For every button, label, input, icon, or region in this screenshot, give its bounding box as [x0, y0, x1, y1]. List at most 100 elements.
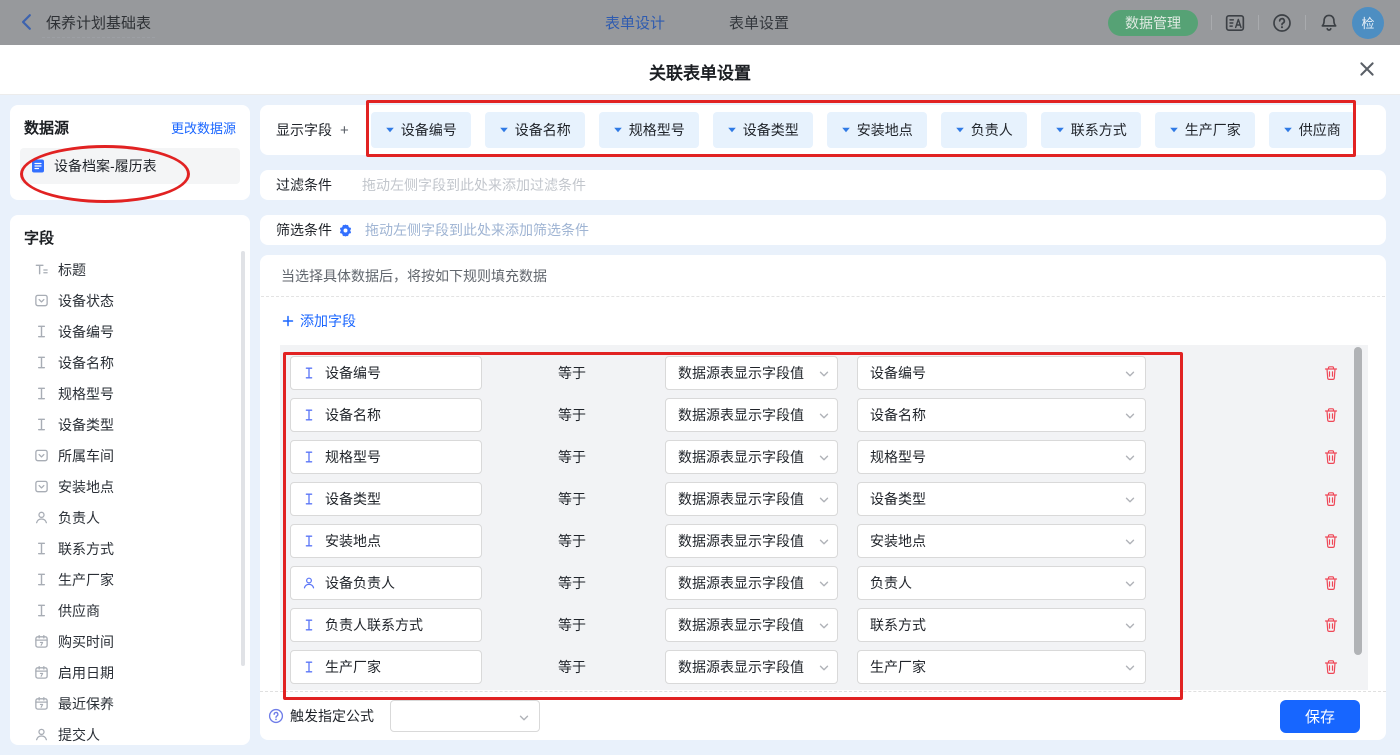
back-icon[interactable]: [18, 13, 36, 31]
field-list-item[interactable]: 规格型号: [10, 378, 250, 409]
rule-source-select[interactable]: 数据源表显示字段值: [665, 356, 838, 390]
rule-source-select[interactable]: 数据源表显示字段值: [665, 482, 838, 516]
rule-value-select[interactable]: 负责人: [857, 566, 1146, 600]
rule-source-select[interactable]: 数据源表显示字段值: [665, 524, 838, 558]
field-list-item-label: 规格型号: [58, 384, 114, 404]
field-list-item[interactable]: 联系方式: [10, 533, 250, 564]
filter-condition-panel[interactable]: 过滤条件 拖动左侧字段到此处来添加过滤条件: [260, 170, 1386, 200]
rule-target-field-label: 设备编号: [325, 363, 381, 383]
field-list-item[interactable]: 设备状态: [10, 285, 250, 316]
chevron-down-icon: [1124, 452, 1136, 464]
field-list-item[interactable]: 最近保养: [10, 688, 250, 719]
rule-value-select[interactable]: 设备编号: [857, 356, 1146, 390]
add-display-field-button[interactable]: +: [340, 122, 349, 139]
trash-icon[interactable]: [1323, 575, 1339, 591]
change-datasource-link[interactable]: 更改数据源: [171, 118, 236, 137]
rule-source-value: 数据源表显示字段值: [678, 363, 804, 383]
trash-icon[interactable]: [1323, 659, 1339, 675]
display-field-chip[interactable]: 设备名称: [485, 112, 585, 148]
fields-scrollbar[interactable]: [241, 251, 245, 666]
chevron-down-icon: [818, 368, 830, 380]
rule-value-select[interactable]: 设备名称: [857, 398, 1146, 432]
trash-icon[interactable]: [1323, 407, 1339, 423]
fields-list: 标题 设备状态 设备编号 设备名称: [10, 254, 250, 745]
gear-icon[interactable]: [338, 223, 353, 238]
field-list-item[interactable]: 安装地点: [10, 471, 250, 502]
avatar[interactable]: 检: [1352, 7, 1384, 39]
topbar: 保养计划基础表 表单设计 表单设置 数据管理 检: [0, 0, 1400, 45]
rule-source-select[interactable]: 数据源表显示字段值: [665, 608, 838, 642]
field-list-item[interactable]: 设备名称: [10, 347, 250, 378]
tab-form-design[interactable]: 表单设计: [605, 12, 665, 33]
rule-source-select[interactable]: 数据源表显示字段值: [665, 440, 838, 474]
rule-value-select[interactable]: 联系方式: [857, 608, 1146, 642]
tab-form-settings[interactable]: 表单设置: [729, 12, 789, 33]
modal-title: 关联表单设置: [0, 59, 1400, 84]
rule-target-field[interactable]: 设备类型: [290, 482, 482, 516]
save-button[interactable]: 保存: [1280, 700, 1360, 733]
field-list-item[interactable]: 所属车间: [10, 440, 250, 471]
form-title[interactable]: 保养计划基础表: [42, 12, 155, 38]
fill-rules-panel: 当选择具体数据后，将按如下规则填充数据 添加字段 设备编号 等于: [260, 255, 1386, 740]
formula-select[interactable]: [390, 700, 540, 732]
rule-target-field[interactable]: 设备负责人: [290, 566, 482, 600]
rule-target-field[interactable]: 设备名称: [290, 398, 482, 432]
trash-icon[interactable]: [1323, 365, 1339, 381]
field-list-item[interactable]: 启用日期: [10, 657, 250, 688]
display-field-chip[interactable]: 规格型号: [599, 112, 699, 148]
trash-icon[interactable]: [1323, 449, 1339, 465]
datasource-item[interactable]: 设备档案-履历表: [20, 148, 240, 184]
display-field-chip[interactable]: 设备类型: [713, 112, 813, 148]
chevron-down-icon: [1124, 662, 1136, 674]
display-field-chip[interactable]: 联系方式: [1041, 112, 1141, 148]
add-field-button[interactable]: 添加字段: [282, 311, 356, 331]
display-field-chip[interactable]: 安装地点: [827, 112, 927, 148]
rule-value-select[interactable]: 安装地点: [857, 524, 1146, 558]
help-icon[interactable]: [1272, 13, 1292, 33]
close-icon[interactable]: [1358, 60, 1376, 78]
caret-down-icon: [385, 125, 395, 135]
rule-target-field[interactable]: 负责人联系方式: [290, 608, 482, 642]
field-list-item[interactable]: 设备编号: [10, 316, 250, 347]
rule-value-select[interactable]: 生产厂家: [857, 650, 1146, 684]
caret-down-icon: [613, 125, 623, 135]
modal-header: 关联表单设置: [0, 45, 1400, 95]
rule-value-select[interactable]: 设备类型: [857, 482, 1146, 516]
equals-label: 等于: [558, 489, 586, 509]
rule-target-field[interactable]: 安装地点: [290, 524, 482, 558]
trash-icon[interactable]: [1323, 491, 1339, 507]
field-list-item-label: 设备名称: [58, 353, 114, 373]
display-field-chip[interactable]: 负责人: [941, 112, 1027, 148]
trash-icon[interactable]: [1323, 533, 1339, 549]
rule-source-select[interactable]: 数据源表显示字段值: [665, 566, 838, 600]
field-list-item[interactable]: 负责人: [10, 502, 250, 533]
rule-value-select[interactable]: 规格型号: [857, 440, 1146, 474]
rule-source-value: 数据源表显示字段值: [678, 615, 804, 635]
sieve-condition-panel[interactable]: 筛选条件 拖动左侧字段到此处来添加筛选条件: [260, 215, 1386, 245]
rule-row: 规格型号 等于 数据源表显示字段值 规格型号: [280, 436, 1368, 478]
translate-icon[interactable]: [1225, 13, 1245, 33]
question-icon[interactable]: [268, 708, 284, 724]
rule-source-select[interactable]: 数据源表显示字段值: [665, 398, 838, 432]
trash-icon[interactable]: [1323, 617, 1339, 633]
rule-row: 设备编号 等于 数据源表显示字段值 设备编号: [280, 352, 1368, 394]
rule-target-field[interactable]: 生产厂家: [290, 650, 482, 684]
field-list-item[interactable]: 提交人: [10, 719, 250, 745]
field-list-item[interactable]: 设备类型: [10, 409, 250, 440]
rule-target-field[interactable]: 规格型号: [290, 440, 482, 474]
rule-target-field[interactable]: 设备编号: [290, 356, 482, 390]
rule-source-select[interactable]: 数据源表显示字段值: [665, 650, 838, 684]
field-list-item[interactable]: 供应商: [10, 595, 250, 626]
fields-panel: 字段 标题 设备状态 设备编号: [10, 215, 250, 745]
display-field-chip[interactable]: 生产厂家: [1155, 112, 1255, 148]
display-field-chip[interactable]: 供应商: [1269, 112, 1355, 148]
display-field-chip[interactable]: 设备编号: [371, 112, 471, 148]
field-list-item[interactable]: 购买时间: [10, 626, 250, 657]
data-manage-button[interactable]: 数据管理: [1108, 10, 1198, 36]
rule-value: 设备类型: [870, 489, 926, 509]
rule-source-value: 数据源表显示字段值: [678, 447, 804, 467]
field-list-item[interactable]: 生产厂家: [10, 564, 250, 595]
field-list-item[interactable]: 标题: [10, 254, 250, 285]
bell-icon[interactable]: [1319, 13, 1339, 33]
field-list-item-label: 所属车间: [58, 446, 114, 466]
